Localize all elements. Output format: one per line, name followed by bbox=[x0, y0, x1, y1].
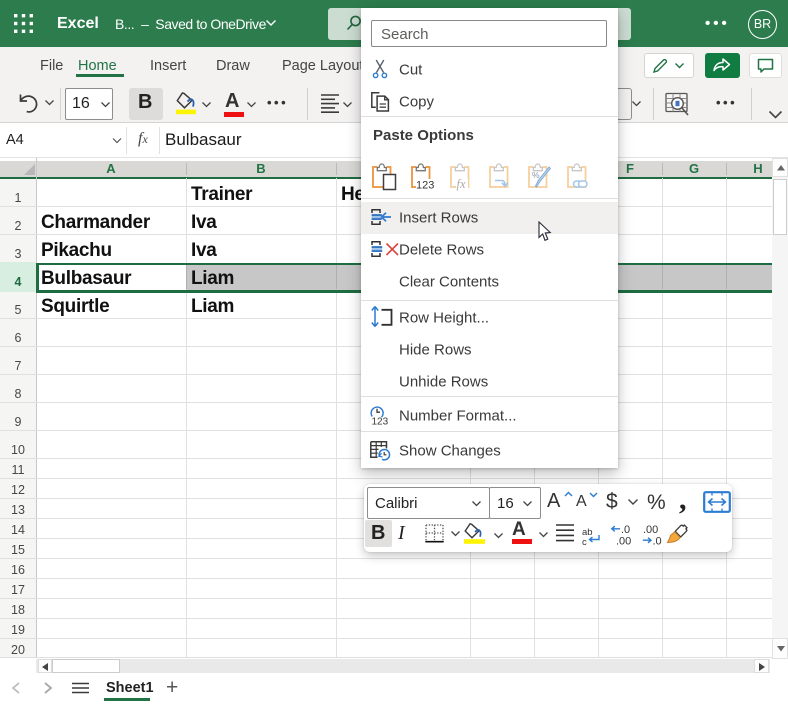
svg-text:.00: .00 bbox=[643, 524, 658, 536]
svg-text:123: 123 bbox=[416, 180, 434, 192]
svg-text:%: % bbox=[532, 170, 540, 180]
svg-text:123: 123 bbox=[372, 417, 389, 428]
svg-text:.0: .0 bbox=[653, 536, 662, 547]
svg-text:.0: .0 bbox=[621, 524, 630, 536]
svg-text:fx: fx bbox=[456, 177, 465, 191]
svg-text:.00: .00 bbox=[616, 536, 631, 547]
svg-text:c: c bbox=[582, 537, 587, 546]
